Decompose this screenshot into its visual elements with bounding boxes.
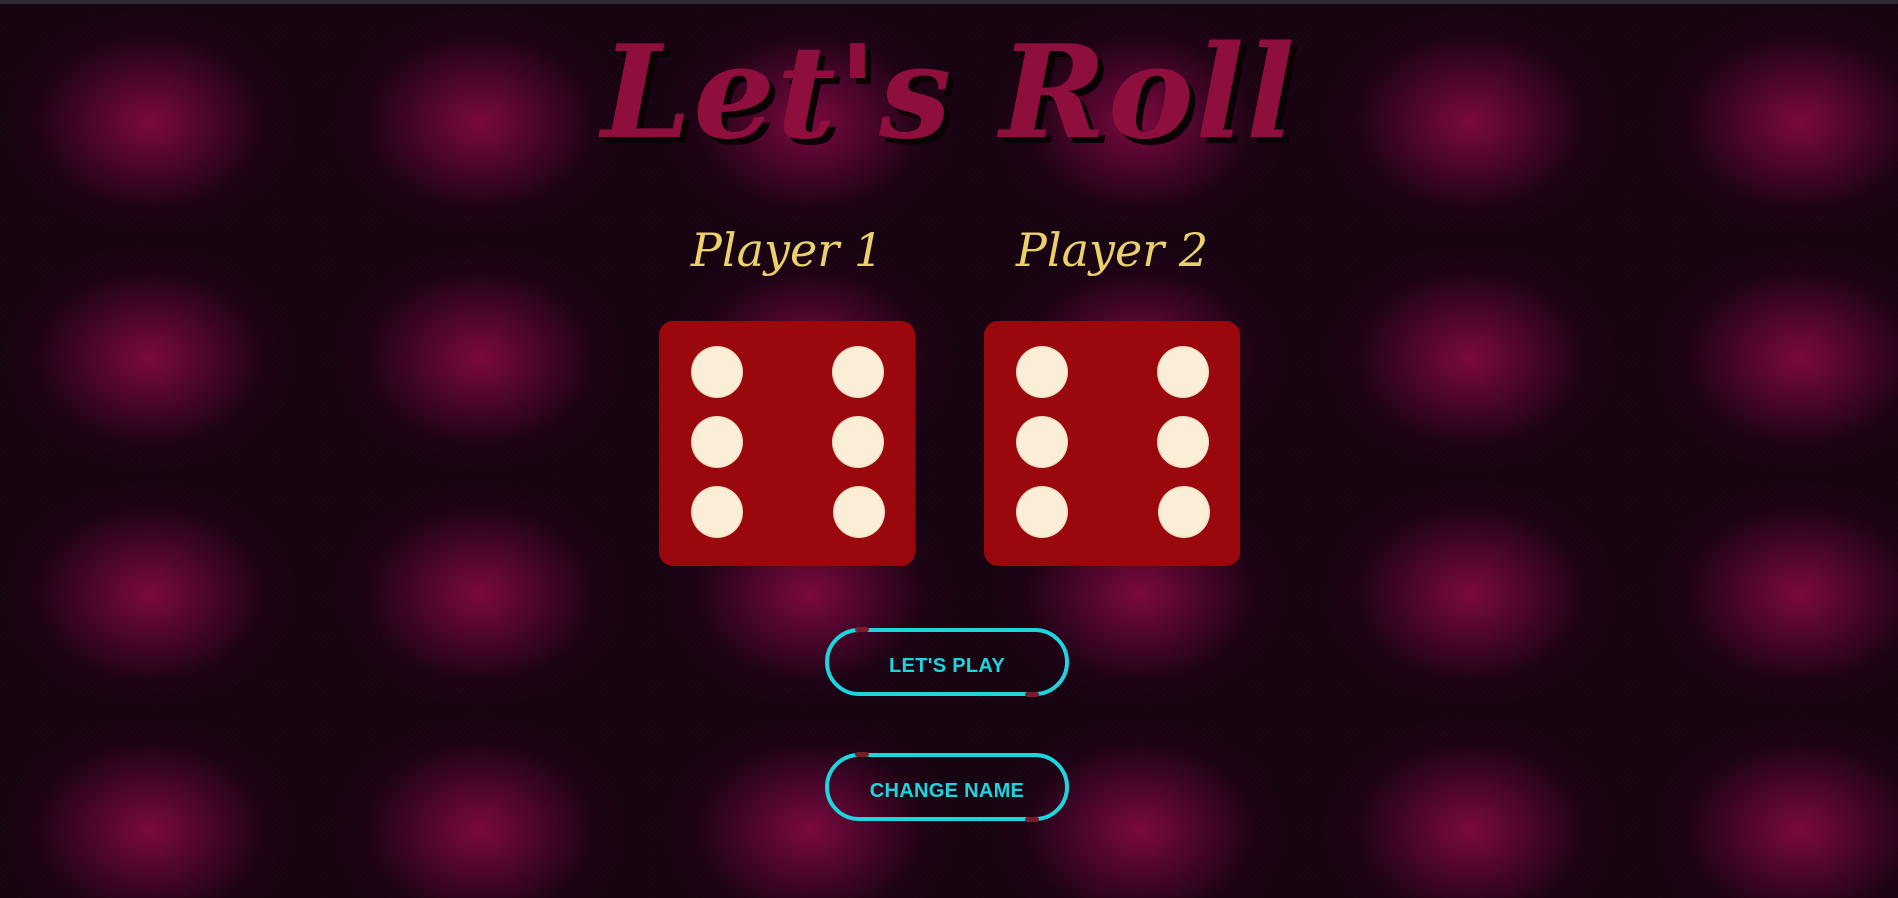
player-1-name: Player 1 (690, 223, 884, 277)
button-accent (855, 752, 869, 757)
die-pip (1157, 346, 1209, 398)
die-pip (1016, 486, 1068, 538)
player-1-die (659, 321, 915, 566)
change-name-button[interactable]: CHANGE NAME (825, 752, 1069, 822)
button-accent (855, 627, 869, 632)
players-area: Player 1 Player 2 (0, 215, 1898, 566)
button-accent (1025, 817, 1039, 822)
die-pip (833, 486, 885, 538)
change-name-label: CHANGE NAME (869, 780, 1025, 802)
button-accent (1025, 692, 1039, 697)
browser-top-bar (0, 0, 1898, 4)
player-1-panel: Player 1 (659, 215, 915, 566)
die-pip (1016, 346, 1068, 398)
die-pip (1157, 416, 1209, 468)
die-pip (691, 416, 743, 468)
player-2-name: Player 2 (1015, 223, 1209, 277)
game-title: Let's Roll (601, 18, 1297, 168)
die-pip (832, 346, 884, 398)
die-pip (1016, 416, 1068, 468)
player-2-panel: Player 2 (984, 215, 1240, 566)
lets-play-label: LET'S PLAY (889, 655, 1005, 677)
die-pip (1158, 486, 1210, 538)
die-pip (691, 486, 743, 538)
player-2-die (984, 321, 1240, 566)
lets-play-button[interactable]: LET'S PLAY (825, 627, 1069, 697)
die-pip (691, 346, 743, 398)
die-pip (832, 416, 884, 468)
